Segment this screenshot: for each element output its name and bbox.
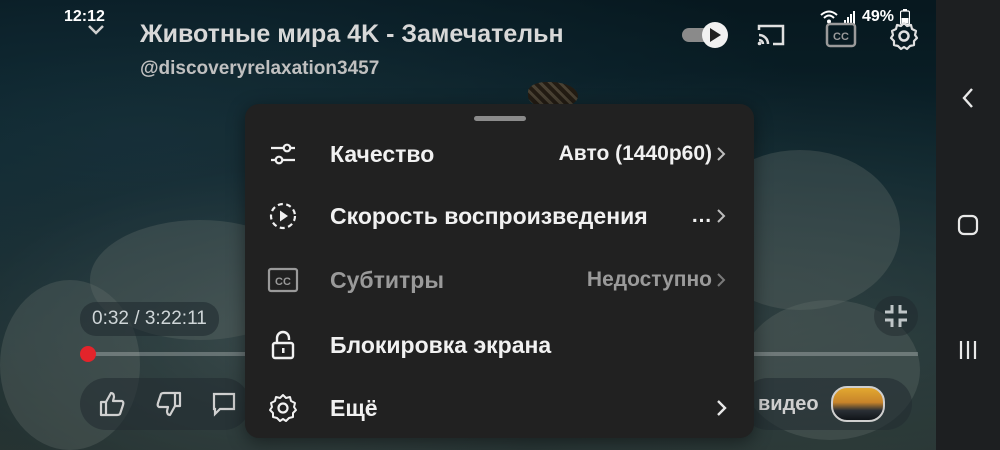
menu-item-more[interactable]: Ещё xyxy=(245,377,754,439)
chevron-right-icon xyxy=(716,206,730,226)
menu-item-playback-speed[interactable]: Скорость воспроизведения … xyxy=(245,185,754,247)
chevron-right-icon xyxy=(716,398,730,418)
menu-item-label: Скорость воспроизведения xyxy=(330,202,648,229)
gear-icon xyxy=(267,392,299,424)
dislike-icon[interactable] xyxy=(143,378,194,430)
sliders-icon xyxy=(267,138,299,170)
captions-icon[interactable]: CC xyxy=(824,20,858,50)
menu-item-label: Ещё xyxy=(330,394,378,421)
captions-icon: CC xyxy=(267,264,299,296)
menu-item-label: Качество xyxy=(330,140,435,167)
next-video-pill[interactable]: видео xyxy=(742,378,912,430)
autoplay-toggle[interactable] xyxy=(682,22,730,48)
menu-item-subtitles: CC Субтитры Недоступно xyxy=(245,249,754,311)
like-dislike-pill xyxy=(80,378,250,430)
like-icon[interactable] xyxy=(86,378,137,430)
menu-item-label: Блокировка экрана xyxy=(330,331,552,358)
next-video-label: видео xyxy=(758,392,819,415)
settings-sheet: Качество Авто (1440p60) Скорость воспрои… xyxy=(245,104,754,438)
cc-text: CC xyxy=(275,276,291,288)
menu-item-screen-lock[interactable]: Блокировка экрана xyxy=(245,314,754,376)
system-nav-bar xyxy=(936,0,1000,450)
recent-apps-icon[interactable] xyxy=(954,336,982,364)
home-icon[interactable] xyxy=(954,211,982,239)
menu-item-value: Недоступно xyxy=(586,268,712,291)
menu-item-quality[interactable]: Качество Авто (1440p60) xyxy=(245,123,754,185)
playback-speed-icon xyxy=(267,200,299,232)
progress-scrubber[interactable] xyxy=(80,346,96,362)
cc-text: CC xyxy=(833,31,849,43)
lock-icon xyxy=(267,329,299,361)
drag-handle[interactable] xyxy=(474,116,526,121)
menu-item-label: Субтитры xyxy=(330,266,444,293)
play-icon xyxy=(710,28,721,42)
comments-icon[interactable] xyxy=(199,378,250,430)
settings-gear-icon[interactable] xyxy=(886,18,922,54)
chevron-right-icon xyxy=(716,270,730,290)
cast-icon[interactable] xyxy=(754,20,788,50)
chevron-right-icon xyxy=(716,144,730,164)
channel-name[interactable]: @discoveryrelaxation3457 xyxy=(140,58,379,80)
video-title: Животные мира 4K - Замечательн xyxy=(140,20,564,48)
time-display: 0:32 / 3:22:11 xyxy=(80,302,219,336)
exit-fullscreen-icon[interactable] xyxy=(874,296,918,336)
back-chevron-icon[interactable] xyxy=(954,84,982,112)
menu-item-value: Авто (1440p60) xyxy=(558,142,712,165)
next-video-thumbnail xyxy=(830,386,885,422)
menu-item-value: … xyxy=(691,204,712,227)
collapse-chevron-icon[interactable] xyxy=(86,22,106,38)
